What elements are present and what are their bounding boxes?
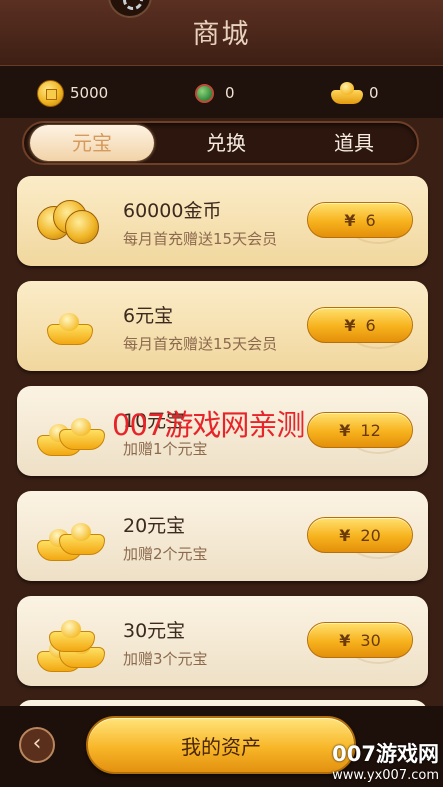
ingot-stack-icon [37, 620, 105, 672]
buy-button[interactable]: ¥ 6 [307, 307, 413, 343]
yen-icon: ¥ [339, 525, 351, 545]
my-assets-button[interactable]: 我的资产 [86, 716, 356, 774]
item-description: 每月首充赠送15天会员 [123, 230, 278, 248]
site-logo-url: www.yx007.com [332, 768, 439, 783]
price-label: 20 [360, 525, 381, 545]
wallet-coins: 5000 [37, 79, 108, 107]
shop-item-card[interactable]: 10元宝 加赠1个元宝 ¥ 12 [17, 386, 428, 476]
item-description: 加赠1个元宝 [123, 440, 208, 458]
page-title: 商城 [192, 19, 251, 50]
double-ingot-icon [37, 410, 105, 456]
shop-item-card[interactable]: 30元宝 加赠3个元宝 ¥ 30 [17, 596, 428, 686]
yen-icon: ¥ [339, 630, 351, 650]
yen-icon: ¥ [344, 315, 356, 335]
jade-balance: 0 [225, 84, 235, 102]
item-name: 10元宝 [123, 410, 186, 432]
site-logo-title: 007游戏网 [332, 742, 439, 766]
back-arrow-icon[interactable]: ‹ [19, 727, 55, 763]
item-name: 60000金币 [123, 200, 222, 222]
item-name: 6元宝 [123, 305, 174, 327]
item-description: 加赠3个元宝 [123, 650, 208, 668]
wallet-ingots: 0 [331, 79, 379, 107]
tab-exchange[interactable]: 兑换 [164, 125, 288, 161]
gold-coin-icon [37, 79, 64, 107]
price-label: 30 [360, 630, 381, 650]
item-name: 20元宝 [123, 515, 186, 537]
buy-button[interactable]: ¥ 30 [307, 622, 413, 658]
site-logo: 007游戏网 www.yx007.com [332, 738, 439, 783]
tab-items[interactable]: 道具 [292, 125, 416, 161]
shop-tabs: 元宝 兑换 道具 [22, 121, 419, 165]
item-description: 每月首充赠送15天会员 [123, 335, 278, 353]
ingot-balance: 0 [369, 84, 379, 102]
yen-icon: ¥ [344, 210, 356, 230]
price-label: 6 [365, 315, 376, 335]
tab-yuanbao[interactable]: 元宝 [30, 125, 154, 161]
shop-item-card[interactable]: 60000金币 每月首充赠送15天会员 ¥ 6 [17, 176, 428, 266]
buy-button[interactable]: ¥ 12 [307, 412, 413, 448]
coin-pile-icon [37, 200, 103, 246]
buy-button[interactable]: ¥ 20 [307, 517, 413, 553]
item-name: 30元宝 [123, 620, 186, 642]
price-label: 6 [365, 210, 376, 230]
buy-button[interactable]: ¥ 6 [307, 202, 413, 238]
jade-icon [195, 83, 214, 103]
shop-item-card[interactable]: 6元宝 每月首充赠送15天会员 ¥ 6 [17, 281, 428, 371]
gold-ingot-icon [331, 82, 363, 104]
double-ingot-icon [37, 515, 105, 561]
wallet-bar: 5000 0 0 [0, 66, 443, 118]
gold-ingot-icon [37, 305, 103, 351]
item-description: 加赠2个元宝 [123, 545, 208, 563]
wallet-jade: 0 [195, 79, 235, 107]
shop-item-card[interactable]: 20元宝 加赠2个元宝 ¥ 20 [17, 491, 428, 581]
yen-icon: ¥ [339, 420, 351, 440]
price-label: 12 [360, 420, 381, 440]
top-header: 商城 [0, 0, 443, 66]
coin-balance: 5000 [70, 84, 109, 102]
